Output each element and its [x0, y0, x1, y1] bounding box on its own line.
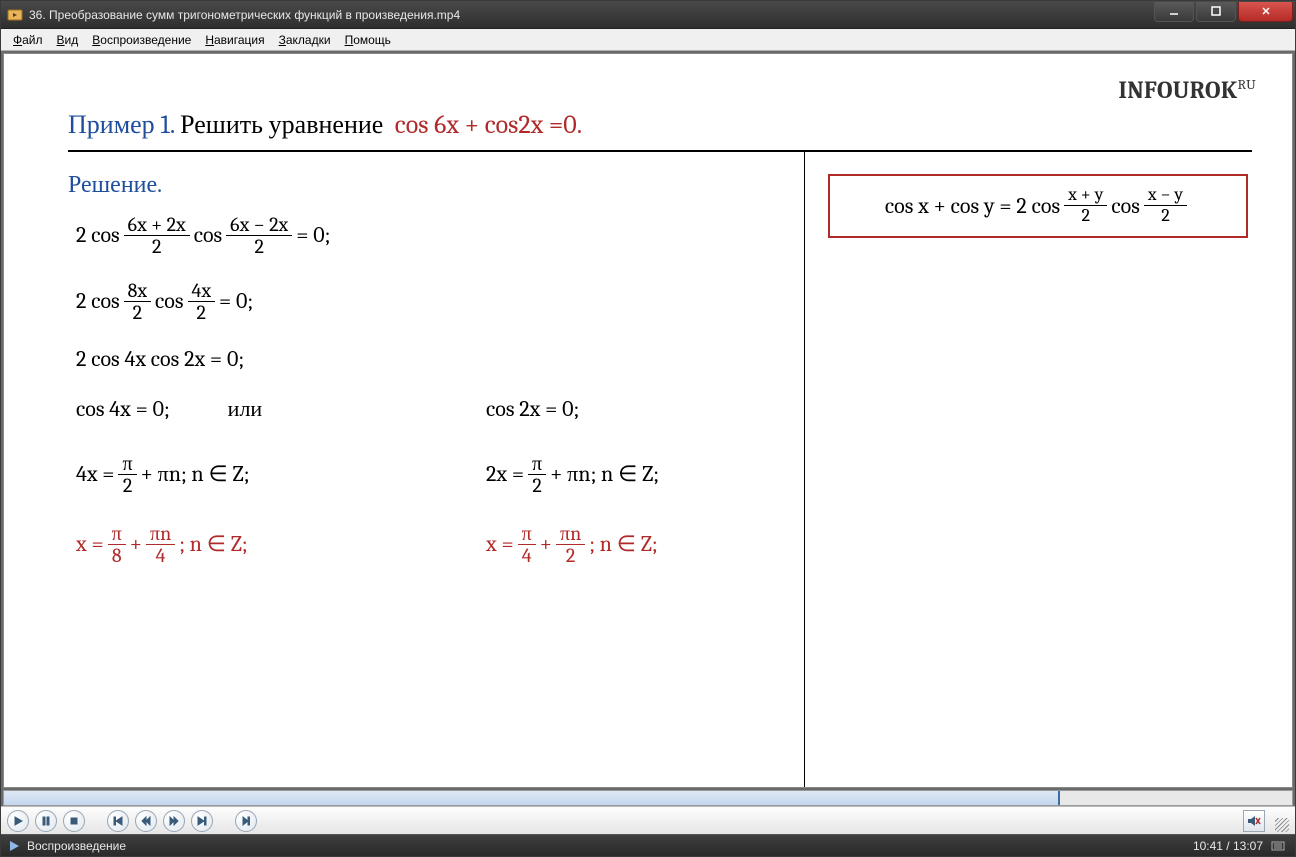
app-window: 36. Преобразование сумм тригонометрическ… — [0, 0, 1296, 857]
menu-play[interactable]: Воспроизведение — [86, 31, 197, 49]
resize-grip[interactable] — [1275, 818, 1289, 832]
brand-suffix: RU — [1238, 76, 1257, 93]
step-button[interactable] — [235, 810, 257, 832]
status-play-icon — [7, 839, 21, 853]
example-label: Пример 1. — [68, 110, 174, 140]
content-area: INFOUROKRU Пример 1. Решить уравнение co… — [1, 51, 1295, 834]
stop-button[interactable] — [63, 810, 85, 832]
seek-progress — [4, 791, 1060, 805]
step-3: 2 cos 4x cos 2x = 0; — [76, 346, 776, 374]
brand-text: INFOUROK — [1118, 76, 1237, 104]
problem-statement: Пример 1. Решить уравнение cos 6x + cos2… — [68, 110, 1252, 140]
pause-button[interactable] — [35, 810, 57, 832]
slide-content: INFOUROKRU Пример 1. Решить уравнение co… — [4, 54, 1292, 787]
menu-file[interactable]: Файл — [7, 31, 49, 49]
solution-title: Решение. — [68, 170, 162, 199]
app-icon — [7, 7, 23, 23]
vertical-divider — [804, 150, 805, 788]
window-title: 36. Преобразование сумм тригонометрическ… — [29, 8, 1152, 22]
menu-nav[interactable]: Навигация — [199, 31, 270, 49]
status-end-icon — [1271, 839, 1289, 853]
minimize-button[interactable] — [1154, 2, 1194, 22]
menu-bar: Файл Вид Воспроизведение Навигация Закла… — [1, 29, 1295, 51]
rewind-button[interactable] — [135, 810, 157, 832]
formula-box: cos x + cos y = 2 cos x + y2 cos x − y2 — [828, 174, 1248, 238]
window-controls — [1152, 2, 1293, 22]
menu-view[interactable]: Вид — [51, 31, 85, 49]
step-5: 4x = π2 + πn; n ∈ Z; 2x = π2 + πn; n ∈ Z… — [76, 453, 776, 497]
close-button[interactable] — [1238, 2, 1293, 22]
menu-bookm[interactable]: Закладки — [273, 31, 337, 49]
equation: cos 6x + cos2x =0. — [395, 110, 582, 140]
forward-button[interactable] — [163, 810, 185, 832]
step-2: 2 cos 8x2 cos 4x2 = 0; — [76, 280, 776, 324]
formula-mid: cos — [1111, 193, 1139, 219]
prev-track-button[interactable] — [107, 810, 129, 832]
video-viewport[interactable]: INFOUROKRU Пример 1. Решить уравнение co… — [3, 53, 1293, 788]
playback-controls — [1, 806, 1295, 834]
step-1: 2 cos 6x + 2x2 cos 6x − 2x2 = 0; — [76, 214, 776, 258]
solution-body: 2 cos 6x + 2x2 cos 6x − 2x2 = 0; 2 cos 8… — [76, 214, 776, 589]
formula-frac-2: x − y2 — [1144, 186, 1187, 226]
menu-help[interactable]: Помощь — [339, 31, 397, 49]
brand-logo: INFOUROKRU — [1118, 76, 1256, 104]
step-6: x = π8 + πn4 ; n ∈ Z; x = π4 + πn2 ; n ∈ — [76, 523, 776, 567]
play-button[interactable] — [7, 810, 29, 832]
step-4: cos 4x = 0; или cos 2x = 0; — [76, 396, 776, 424]
formula-frac-1: x + y2 — [1064, 186, 1107, 226]
horizontal-divider — [68, 150, 1252, 152]
formula-lhs: cos x + cos y = 2 cos — [885, 193, 1060, 219]
title-bar[interactable]: 36. Преобразование сумм тригонометрическ… — [1, 1, 1295, 29]
maximize-button[interactable] — [1196, 2, 1236, 22]
status-time: 10:41 / 13:07 — [1193, 839, 1263, 853]
status-bar: Воспроизведение 10:41 / 13:07 — [1, 834, 1295, 856]
task-text: Решить уравнение — [180, 110, 383, 140]
mute-button[interactable] — [1243, 810, 1265, 832]
seek-bar[interactable] — [3, 790, 1293, 806]
status-text: Воспроизведение — [27, 839, 1193, 853]
next-track-button[interactable] — [191, 810, 213, 832]
